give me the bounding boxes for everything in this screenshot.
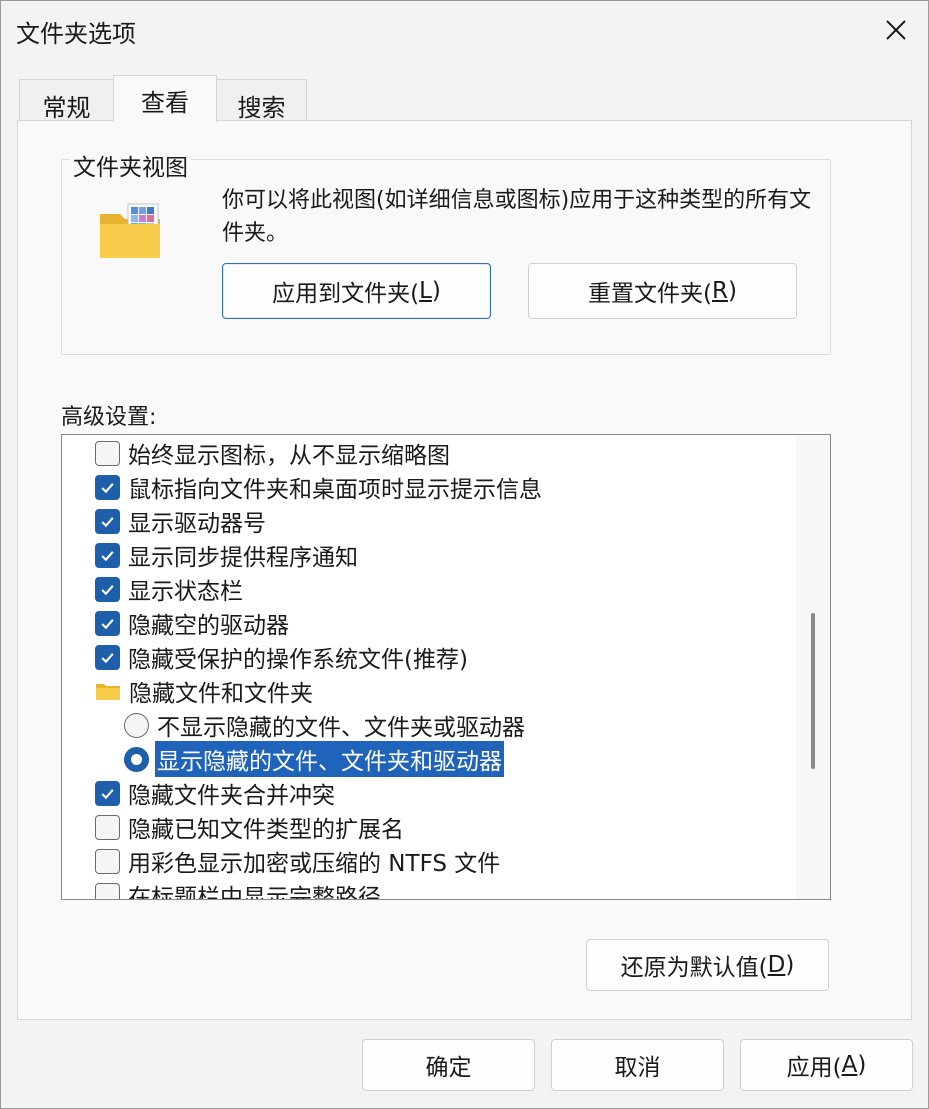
checkbox-check-icon: [101, 618, 114, 629]
checkbox[interactable]: [95, 644, 120, 670]
checkbox[interactable]: [95, 508, 120, 534]
apply-to-folders-button[interactable]: 应用到文件夹(L): [222, 263, 491, 319]
reset-folders-label: 重置文件夹(: [588, 281, 712, 307]
list-item[interactable]: 不显示隐藏的文件、文件夹或驱动器: [62, 708, 794, 742]
ok-button[interactable]: 确定: [362, 1039, 535, 1091]
checkbox[interactable]: [95, 610, 120, 636]
apply-to-folders-accel: L: [419, 278, 432, 304]
checkbox-check-icon: [101, 584, 114, 595]
checkbox-check-icon: [101, 652, 114, 663]
item-label: 不显示隐藏的文件、文件夹或驱动器: [157, 715, 525, 741]
folder-views-group: 文件夹视图 你可以将此视图(如详细信息或图标)应用于这种类型的所有文件夹。 应用…: [61, 148, 831, 355]
checkbox[interactable]: [95, 542, 120, 568]
list-item[interactable]: 显示同步提供程序通知: [62, 538, 794, 572]
reset-folders-accel: R: [712, 278, 728, 304]
item-label: 显示状态栏: [128, 579, 243, 605]
list-item[interactable]: 显示驱动器号: [62, 504, 794, 538]
apply-button[interactable]: 应用(A): [740, 1039, 913, 1091]
radio-button[interactable]: [124, 712, 149, 738]
reset-folders-suffix: ): [727, 278, 737, 304]
radio-button[interactable]: [124, 746, 149, 772]
close-icon: [886, 20, 906, 40]
restore-defaults-accel: D: [767, 952, 786, 978]
checkbox-check-icon: [101, 788, 114, 799]
checkbox-check-icon: [101, 516, 114, 527]
item-label: 用彩色显示加密或压缩的 NTFS 文件: [128, 851, 501, 877]
list-item[interactable]: 显示状态栏: [62, 572, 794, 606]
folder-views-title: 文件夹视图: [70, 148, 191, 182]
restore-defaults-button[interactable]: 还原为默认值(D): [586, 939, 829, 991]
advanced-settings-label: 高级设置:: [61, 405, 157, 430]
checkbox-check-icon: [101, 550, 114, 561]
checkbox[interactable]: [95, 474, 120, 500]
item-label: 隐藏文件夹合并冲突: [128, 783, 335, 809]
checkbox[interactable]: [95, 440, 120, 466]
radio-dot-icon: [131, 753, 142, 765]
list-item[interactable]: 隐藏已知文件类型的扩展名: [62, 810, 794, 844]
title-bar: 文件夹选项: [1, 1, 928, 59]
list-item[interactable]: 在标题栏中显示完整路径: [62, 878, 794, 900]
apply-to-folders-label: 应用到文件夹(: [272, 281, 420, 307]
folder-views-description: 你可以将此视图(如详细信息或图标)应用于这种类型的所有文件夹。: [222, 188, 812, 246]
close-button[interactable]: [864, 1, 928, 59]
list-scrollbar[interactable]: [796, 435, 830, 899]
checkbox[interactable]: [95, 848, 120, 874]
tab-general[interactable]: 常规: [19, 79, 114, 122]
list-item[interactable]: 鼠标指向文件夹和桌面项时显示提示信息: [62, 470, 794, 504]
checkbox[interactable]: [95, 814, 120, 840]
checkbox[interactable]: [95, 780, 120, 806]
list-item[interactable]: 隐藏文件夹合并冲突: [62, 776, 794, 810]
list-item[interactable]: 始终显示图标，从不显示缩略图: [62, 436, 794, 470]
list-group-header: 隐藏文件和文件夹: [62, 674, 794, 708]
checkbox[interactable]: [95, 882, 120, 899]
view-tab-panel: 文件夹视图 你可以将此视图(如详细信息或图标)应用于这种类型的所有文件夹。 应用…: [17, 120, 912, 1020]
item-label: 始终显示图标，从不显示缩略图: [128, 443, 450, 469]
tab-view[interactable]: 查看: [113, 75, 217, 122]
checkbox-check-icon: [101, 482, 114, 493]
folder-icon: [96, 684, 120, 700]
item-label: 隐藏空的驱动器: [128, 613, 289, 639]
item-label: 显示隐藏的文件、文件夹和驱动器: [155, 741, 504, 777]
item-label: 显示同步提供程序通知: [128, 545, 358, 571]
folder-view-icon: [100, 203, 160, 258]
checkbox[interactable]: [95, 576, 120, 602]
list-item[interactable]: 用彩色显示加密或压缩的 NTFS 文件: [62, 844, 794, 878]
apply-accel: A: [841, 1052, 858, 1078]
item-label: 在标题栏中显示完整路径: [128, 885, 381, 900]
cancel-button[interactable]: 取消: [551, 1039, 724, 1091]
list-item[interactable]: 显示隐藏的文件、文件夹和驱动器: [62, 741, 794, 777]
restore-defaults-label: 还原为默认值(: [620, 955, 768, 981]
apply-label: 应用(: [786, 1055, 842, 1081]
restore-defaults-suffix: ): [785, 952, 795, 978]
apply-to-folders-suffix: ): [431, 278, 441, 304]
folder-options-dialog: 文件夹选项 常规 查看 搜索 文件夹视图 你可以将此视图(如详细信息或图标)应用…: [0, 0, 929, 1109]
item-label: 鼠标指向文件夹和桌面项时显示提示信息: [128, 477, 542, 503]
apply-suffix: ): [857, 1052, 867, 1078]
item-label: 隐藏已知文件类型的扩展名: [128, 817, 404, 843]
list-item[interactable]: 隐藏空的驱动器: [62, 606, 794, 640]
list-item[interactable]: 隐藏受保护的操作系统文件(推荐): [62, 640, 794, 674]
item-label: 显示驱动器号: [128, 511, 266, 537]
advanced-settings-list[interactable]: 始终显示图标，从不显示缩略图 鼠标指向文件夹和桌面项时显示提示信息 显示驱动器号…: [61, 434, 831, 900]
window-title: 文件夹选项: [16, 20, 136, 48]
item-label: 隐藏受保护的操作系统文件(推荐): [128, 647, 468, 673]
reset-folders-button[interactable]: 重置文件夹(R): [528, 263, 797, 319]
item-label: 隐藏文件和文件夹: [129, 681, 313, 707]
scrollbar-thumb[interactable]: [811, 613, 815, 769]
tab-search[interactable]: 搜索: [216, 79, 307, 122]
